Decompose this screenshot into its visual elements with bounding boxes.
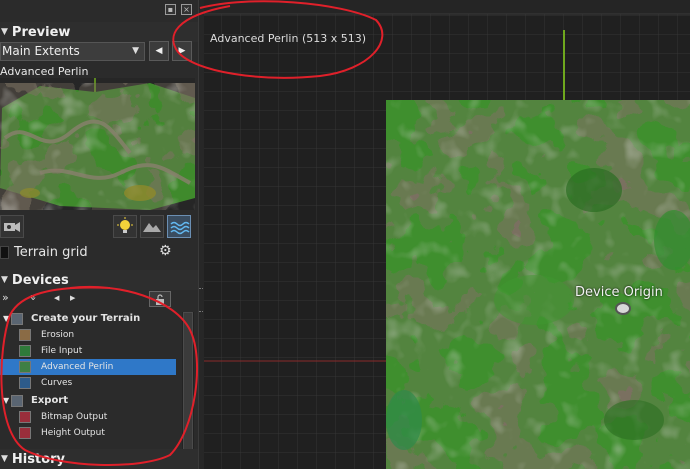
terrain-view-button[interactable] xyxy=(140,215,164,238)
device-origin-label: Device Origin xyxy=(575,285,663,300)
water-icon xyxy=(170,221,190,235)
preview-device-label: Advanced Perlin xyxy=(0,65,89,78)
tree-group-label: Create your Terrain xyxy=(31,313,141,324)
expand-all-icon[interactable]: » xyxy=(2,291,9,304)
tree-group-label: Export xyxy=(31,395,69,406)
camera-icon xyxy=(4,222,20,232)
chevron-down-icon: ▼ xyxy=(132,46,139,56)
terrain-grid-label: Terrain grid xyxy=(14,245,88,260)
file-input-icon xyxy=(19,345,31,357)
tree-item-label: Erosion xyxy=(41,330,75,340)
close-icon[interactable]: × xyxy=(181,4,192,15)
erosion-icon xyxy=(19,329,31,341)
left-panel: ▼ Preview ▪ × Main Extents ▼ ◀ ▶ Advance… xyxy=(0,0,198,469)
device-origin-marker[interactable] xyxy=(615,302,631,315)
preview-header[interactable]: ▼ Preview xyxy=(0,22,198,42)
tree-item-label: Advanced Perlin xyxy=(41,362,114,372)
tree-item-advanced-perlin[interactable]: Advanced Perlin xyxy=(0,359,176,375)
viewport-canvas[interactable] xyxy=(204,0,690,469)
preview-toolbar xyxy=(0,213,198,239)
viewport-title: Advanced Perlin (513 x 513) xyxy=(210,32,367,45)
collapse-arrow-icon[interactable]: ▼ xyxy=(1,454,8,464)
gear-icon[interactable]: ⚙ xyxy=(159,243,172,259)
mountain-icon xyxy=(143,223,161,232)
expand-arrow-icon[interactable]: ▼ xyxy=(3,311,9,327)
light-toggle-button[interactable] xyxy=(113,215,137,238)
pin-icon[interactable]: ▪ xyxy=(165,4,176,15)
terrain-viewport[interactable]: Advanced Perlin (513 x 513) Device Origi… xyxy=(204,0,690,469)
tree-item-label: Curves xyxy=(41,378,73,388)
group-icon xyxy=(11,395,23,407)
tree-item-height-output[interactable]: Height Output xyxy=(0,425,176,441)
preview-header-label: Preview xyxy=(11,24,71,40)
move-right-icon[interactable]: ▶ xyxy=(70,294,75,302)
devices-scrollbar-thumb[interactable] xyxy=(183,312,193,454)
right-arrow-icon: ▶ xyxy=(178,46,186,56)
tree-item-label: Bitmap Output xyxy=(41,412,108,422)
lightbulb-icon xyxy=(117,217,133,233)
next-button[interactable]: ▶ xyxy=(172,41,192,61)
camera-settings-button[interactable] xyxy=(0,215,24,238)
move-left-icon[interactable]: ◀ xyxy=(54,294,59,302)
terrain-preview-image[interactable] xyxy=(0,78,195,210)
curves-icon xyxy=(19,377,31,389)
history-header-label: History xyxy=(11,451,66,467)
perlin-icon xyxy=(19,361,31,373)
water-view-button[interactable] xyxy=(167,215,191,238)
lock-button[interactable] xyxy=(149,291,171,307)
collapse-arrow-icon[interactable]: ▼ xyxy=(1,27,8,37)
devices-header-label: Devices xyxy=(11,272,69,288)
collapse-arrow-icon[interactable]: ▼ xyxy=(1,275,8,285)
tree-item-label: Height Output xyxy=(41,428,105,438)
group-icon xyxy=(11,313,23,325)
history-header[interactable]: ▼ History xyxy=(0,449,198,469)
tree-item-erosion[interactable]: Erosion xyxy=(0,327,176,343)
tree-item-bitmap-output[interactable]: Bitmap Output xyxy=(0,409,176,425)
prev-button[interactable]: ◀ xyxy=(149,41,169,61)
bitmap-output-icon xyxy=(19,411,31,423)
extents-dropdown-value: Main Extents xyxy=(2,44,80,58)
tree-group-create-terrain[interactable]: ▼ Create your Terrain xyxy=(0,311,176,327)
panel-window-controls: ▪ × xyxy=(165,4,192,15)
tree-group-export[interactable]: ▼ Export xyxy=(0,393,176,409)
tree-item-curves[interactable]: Curves xyxy=(0,375,176,391)
left-arrow-icon: ◀ xyxy=(155,46,163,56)
tree-item-file-input[interactable]: File Input xyxy=(0,343,176,359)
tree-item-label: File Input xyxy=(41,346,83,356)
splitter-grip[interactable] xyxy=(199,288,203,312)
expand-arrow-icon[interactable]: ▼ xyxy=(3,393,9,409)
collapse-all-icon[interactable]: » xyxy=(27,294,40,301)
extents-dropdown[interactable]: Main Extents ▼ xyxy=(0,42,145,61)
height-output-icon xyxy=(19,427,31,439)
lock-icon xyxy=(156,294,164,305)
devices-header[interactable]: ▼ Devices xyxy=(0,270,198,290)
terrain-grid-checkbox[interactable] xyxy=(0,246,9,259)
